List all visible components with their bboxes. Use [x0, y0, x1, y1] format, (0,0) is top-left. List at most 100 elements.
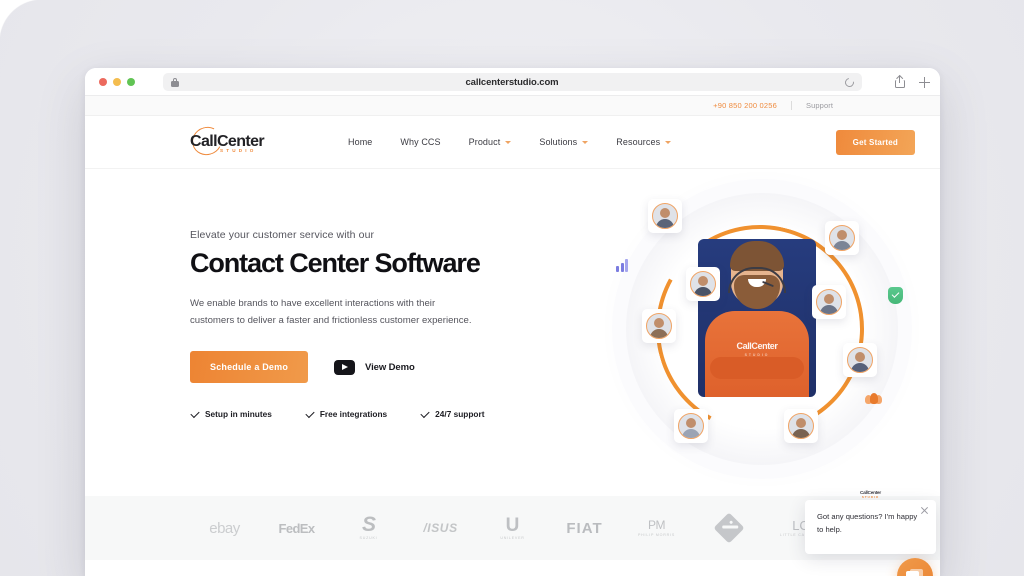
nav-item-resources[interactable]: Resources	[616, 137, 672, 147]
bubble-front-shape	[906, 571, 919, 576]
support-link[interactable]: Support	[806, 101, 833, 110]
hero-subcopy-line: customers to deliver a faster and fricti…	[190, 314, 472, 326]
logo-label: FIAT	[566, 519, 603, 537]
logo-caption: PHILIP MORRIS	[637, 533, 676, 537]
close-window-button[interactable]	[99, 77, 107, 86]
avatar	[648, 199, 682, 233]
hero-subcopy-line: We enable brands to have excellent inter…	[190, 298, 436, 310]
logo-item-philip-morris: PM PHILIP MORRIS	[621, 518, 693, 538]
hero-section: Elevate your customer service with our C…	[85, 169, 940, 489]
chevron-down-icon	[665, 140, 672, 144]
avatar	[686, 267, 720, 301]
website-viewport: +90 850 200 0256 Support CallCenter STUD…	[85, 96, 940, 576]
shirt-logo-sub: STUDIO	[744, 353, 770, 357]
browser-toolbar-actions	[895, 68, 930, 96]
logo-label: FedEx	[278, 520, 315, 536]
maximize-window-button[interactable]	[127, 77, 135, 86]
browser-chrome-bar: callcenterstudio.com	[85, 68, 940, 96]
browser-window: callcenterstudio.com +90 850 200 0256 Su…	[85, 68, 940, 576]
avatar	[843, 343, 877, 377]
check-icon	[420, 410, 429, 419]
view-demo-button[interactable]: View Demo	[334, 359, 415, 375]
chat-message: Got any questions? I'm happy to help.	[817, 512, 918, 534]
address-bar[interactable]: callcenterstudio.com	[163, 73, 862, 91]
view-demo-label: View Demo	[365, 361, 415, 373]
screenshot-stage: callcenterstudio.com +90 850 200 0256 Su…	[0, 0, 1024, 576]
feature-label: 24/7 support	[435, 409, 485, 420]
avatar	[674, 409, 708, 443]
logo-label: S	[361, 513, 376, 536]
logo-label: PM	[648, 518, 666, 532]
nav-item-label: Solutions	[539, 137, 578, 147]
logo-caption: SUZUKI	[359, 536, 378, 540]
logo-subtext: STUDIO	[220, 148, 257, 153]
close-icon[interactable]	[920, 506, 929, 515]
utility-divider	[791, 101, 793, 110]
utility-bar: +90 850 200 0256 Support	[85, 96, 940, 116]
chevron-down-icon	[582, 140, 589, 144]
nav-item-label: Product	[468, 137, 501, 147]
chevron-down-icon	[505, 140, 512, 144]
page-title: Contact Center Software	[190, 248, 481, 278]
get-started-button[interactable]: Get Started	[835, 129, 915, 155]
logo-caption: Unilever	[500, 535, 525, 540]
chat-popup: CallCenter STUDIO Got any questions? I'm…	[805, 490, 936, 554]
avatar	[642, 309, 676, 343]
logo-item-suzuki: S SUZUKI	[333, 513, 405, 541]
agent-head-group	[727, 241, 787, 343]
avatar	[812, 285, 846, 319]
nav-links: Home Why CCS Product Solutions Resources	[348, 137, 672, 147]
main-navbar: CallCenter STUDIO Home Why CCS Product S…	[85, 116, 940, 169]
share-icon[interactable]	[895, 76, 905, 88]
logo-item-unilever: U Unilever	[477, 514, 549, 540]
chat-brand-sub: STUDIO	[861, 495, 880, 499]
site-logo[interactable]: CallCenter STUDIO	[188, 123, 280, 159]
nav-item-why-ccs[interactable]: Why CCS	[400, 137, 440, 147]
window-traffic-lights[interactable]	[99, 77, 135, 86]
agent-arms	[710, 357, 804, 379]
minimize-window-button[interactable]	[113, 77, 121, 86]
hero-eyebrow: Elevate your customer service with our	[190, 229, 375, 241]
logo-label: U	[505, 514, 520, 536]
phone-link[interactable]: +90 850 200 0256	[713, 101, 777, 110]
logo-item-asus: /ISUS	[405, 521, 477, 535]
nav-item-product[interactable]: Product	[469, 137, 512, 147]
nav-item-label: Resources	[616, 137, 661, 147]
new-tab-icon[interactable]	[919, 76, 930, 88]
hero-cta-row: Schedule a Demo View Demo	[190, 351, 560, 384]
nav-item-label: Why CCS	[400, 137, 441, 147]
avatar	[784, 409, 818, 443]
logo-item-ebay: ebay	[189, 520, 261, 537]
chat-bubble-icon[interactable]	[897, 558, 933, 576]
logo-item-diamond	[693, 512, 765, 544]
logo-label: ebay	[209, 519, 240, 537]
check-icon	[305, 410, 314, 419]
feature-item: Free integrations	[305, 409, 387, 419]
logo-item-fedex: FedEx	[261, 521, 333, 536]
feature-label: Setup in minutes	[205, 409, 272, 420]
nav-item-solutions[interactable]: Solutions	[539, 137, 589, 147]
lock-icon	[171, 77, 179, 87]
shield-icon	[886, 286, 904, 304]
url-text: callcenterstudio.com	[465, 76, 559, 88]
feature-label: Free integrations	[319, 409, 388, 420]
schedule-demo-button[interactable]: Schedule a Demo	[190, 351, 309, 384]
hero-illustration: CallCenter STUDIO	[612, 181, 912, 476]
agent-photo-card: CallCenter STUDIO	[698, 239, 816, 397]
feature-item: 24/7 support	[420, 409, 484, 419]
logo-label: /ISUS	[423, 521, 458, 535]
hero-subcopy: We enable brands to have excellent inter…	[190, 296, 560, 329]
logo-item-fiat: FIAT	[549, 520, 621, 537]
nav-item-label: Home	[348, 137, 373, 147]
diamond-logo-icon	[712, 512, 745, 544]
chat-brand: CallCenter STUDIO	[805, 490, 936, 499]
hero-copy: Elevate your customer service with our C…	[190, 229, 560, 419]
people-icon	[864, 389, 882, 407]
nav-item-home[interactable]: Home	[348, 137, 372, 147]
avatar	[825, 221, 859, 255]
feature-item: Setup in minutes	[190, 409, 272, 419]
check-icon	[190, 410, 199, 419]
reload-icon[interactable]	[843, 75, 856, 89]
chart-icon	[614, 256, 632, 274]
page-corner-mask	[0, 0, 44, 44]
